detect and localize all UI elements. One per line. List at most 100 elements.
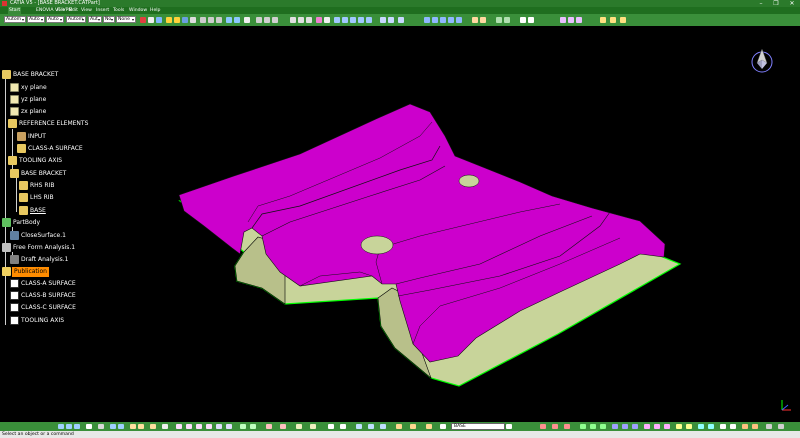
whats-this-icon[interactable] xyxy=(244,17,250,23)
menu-edit[interactable]: Edit xyxy=(69,7,78,14)
table-icon[interactable] xyxy=(520,17,526,23)
menu-view[interactable]: View xyxy=(81,7,92,14)
fit-all-in-icon[interactable] xyxy=(66,424,72,429)
snap-icon[interactable] xyxy=(368,424,374,429)
depth-icon[interactable] xyxy=(226,424,232,429)
sketch2-icon[interactable] xyxy=(264,17,270,23)
pan-icon[interactable] xyxy=(350,17,356,23)
combo-render[interactable]: None ▾ xyxy=(116,16,136,23)
zoom-out-icon[interactable] xyxy=(118,424,124,429)
trap-icon[interactable] xyxy=(340,424,346,429)
formula-icon[interactable] xyxy=(528,17,534,23)
plane-icon[interactable] xyxy=(380,424,386,429)
menu-window[interactable]: Window xyxy=(129,7,147,14)
measure-icon[interactable] xyxy=(240,424,246,429)
sketch-icon[interactable] xyxy=(540,424,546,429)
new-icon[interactable] xyxy=(166,17,172,23)
front-view-icon[interactable] xyxy=(432,17,438,23)
zoom-in-icon[interactable] xyxy=(366,17,372,23)
publish-icon[interactable] xyxy=(296,424,302,429)
wireframe-icon[interactable] xyxy=(206,424,212,429)
sketch-icon[interactable] xyxy=(256,17,262,23)
point-icon[interactable] xyxy=(580,424,586,429)
analysis-icon[interactable] xyxy=(560,17,566,23)
line-icon[interactable] xyxy=(290,17,296,23)
fly-mode-icon[interactable] xyxy=(58,424,64,429)
draft-icon[interactable] xyxy=(280,424,286,429)
measure-icon[interactable] xyxy=(472,17,478,23)
search-icon[interactable] xyxy=(440,424,446,429)
plane-tool-icon[interactable] xyxy=(600,424,606,429)
revolve-icon[interactable] xyxy=(564,424,570,429)
zoom-in-icon[interactable] xyxy=(110,424,116,429)
fillet-icon[interactable] xyxy=(676,424,682,429)
combo-pointtype[interactable]: Aut ▾ xyxy=(88,16,102,23)
rotate-icon[interactable] xyxy=(358,17,364,23)
symmetry-icon[interactable] xyxy=(752,424,758,429)
open-icon[interactable] xyxy=(174,17,180,23)
select-icon[interactable] xyxy=(328,424,334,429)
measure-item-icon[interactable] xyxy=(480,17,486,23)
menu-tools[interactable]: Tools xyxy=(113,7,124,14)
axis-icon[interactable] xyxy=(324,17,330,23)
search-go-icon[interactable] xyxy=(506,424,512,429)
curvature-icon[interactable] xyxy=(576,17,582,23)
combo-color[interactable]: Autom ▾ xyxy=(4,16,26,23)
tools-icon[interactable] xyxy=(396,424,402,429)
catalog-icon[interactable] xyxy=(310,424,316,429)
render-icon[interactable] xyxy=(176,424,182,429)
hide-show-icon[interactable] xyxy=(448,17,454,23)
measure-item-icon[interactable] xyxy=(250,424,256,429)
minimize-button[interactable]: – xyxy=(755,0,767,7)
join-icon[interactable] xyxy=(612,424,618,429)
menu-file[interactable]: File xyxy=(57,7,65,14)
swap-space-icon[interactable] xyxy=(456,17,462,23)
shading-icon[interactable] xyxy=(440,17,446,23)
combo-linetype[interactable]: Autom ▾ xyxy=(66,16,86,23)
thickness-icon[interactable] xyxy=(708,424,714,429)
save-icon[interactable] xyxy=(182,17,188,23)
fx-icon[interactable] xyxy=(98,424,104,429)
spline-icon[interactable] xyxy=(306,17,312,23)
shading-icon[interactable] xyxy=(186,424,192,429)
combo-transparency[interactable]: Auto ▾ xyxy=(27,16,45,23)
extrude-icon[interactable] xyxy=(552,424,558,429)
search-input[interactable]: BASE xyxy=(451,423,505,430)
menu-insert[interactable]: Insert xyxy=(96,7,109,14)
offset-icon[interactable] xyxy=(698,424,704,429)
surface-icon[interactable] xyxy=(316,17,322,23)
knowledge-icon[interactable] xyxy=(620,17,626,23)
curvature-icon[interactable] xyxy=(730,424,736,429)
menu-start[interactable]: Start xyxy=(8,7,22,14)
publish-icon[interactable] xyxy=(600,17,606,23)
macro-icon[interactable] xyxy=(426,424,432,429)
copy-icon[interactable] xyxy=(208,17,214,23)
analysis-icon[interactable] xyxy=(266,424,272,429)
3d-viewport[interactable]: BASE BRACKET xy plane yz plane zx plane … xyxy=(0,26,800,422)
menu-enovia[interactable]: ENOVIA V5 VPM xyxy=(36,7,72,14)
hide-show-icon[interactable] xyxy=(162,424,168,429)
maximize-button[interactable]: ❐ xyxy=(770,0,782,7)
copy-format-icon[interactable] xyxy=(148,17,154,23)
chamfer-icon[interactable] xyxy=(686,424,692,429)
split-icon[interactable] xyxy=(622,424,628,429)
cut-icon[interactable] xyxy=(200,17,206,23)
lighting-icon[interactable] xyxy=(216,424,222,429)
menu-help[interactable]: Help xyxy=(150,7,160,14)
pan-icon[interactable] xyxy=(74,424,80,429)
normal-view-icon[interactable] xyxy=(388,17,394,23)
zoom-out-icon[interactable] xyxy=(380,17,386,23)
catalog-icon[interactable] xyxy=(610,17,616,23)
print-icon[interactable] xyxy=(190,17,196,23)
draft-analysis-icon[interactable] xyxy=(720,424,726,429)
sketch3-icon[interactable] xyxy=(272,17,278,23)
close-button[interactable]: ✕ xyxy=(786,0,798,7)
normal-view-icon[interactable] xyxy=(130,424,136,429)
fit-all-icon[interactable] xyxy=(342,17,348,23)
paste-icon[interactable] xyxy=(216,17,222,23)
combo-linewidth[interactable]: Auto ▾ xyxy=(46,16,64,23)
iso-view-icon[interactable] xyxy=(424,17,430,23)
quick-view-icon[interactable] xyxy=(138,424,144,429)
loft-icon[interactable] xyxy=(664,424,670,429)
compass-icon[interactable] xyxy=(749,47,775,73)
